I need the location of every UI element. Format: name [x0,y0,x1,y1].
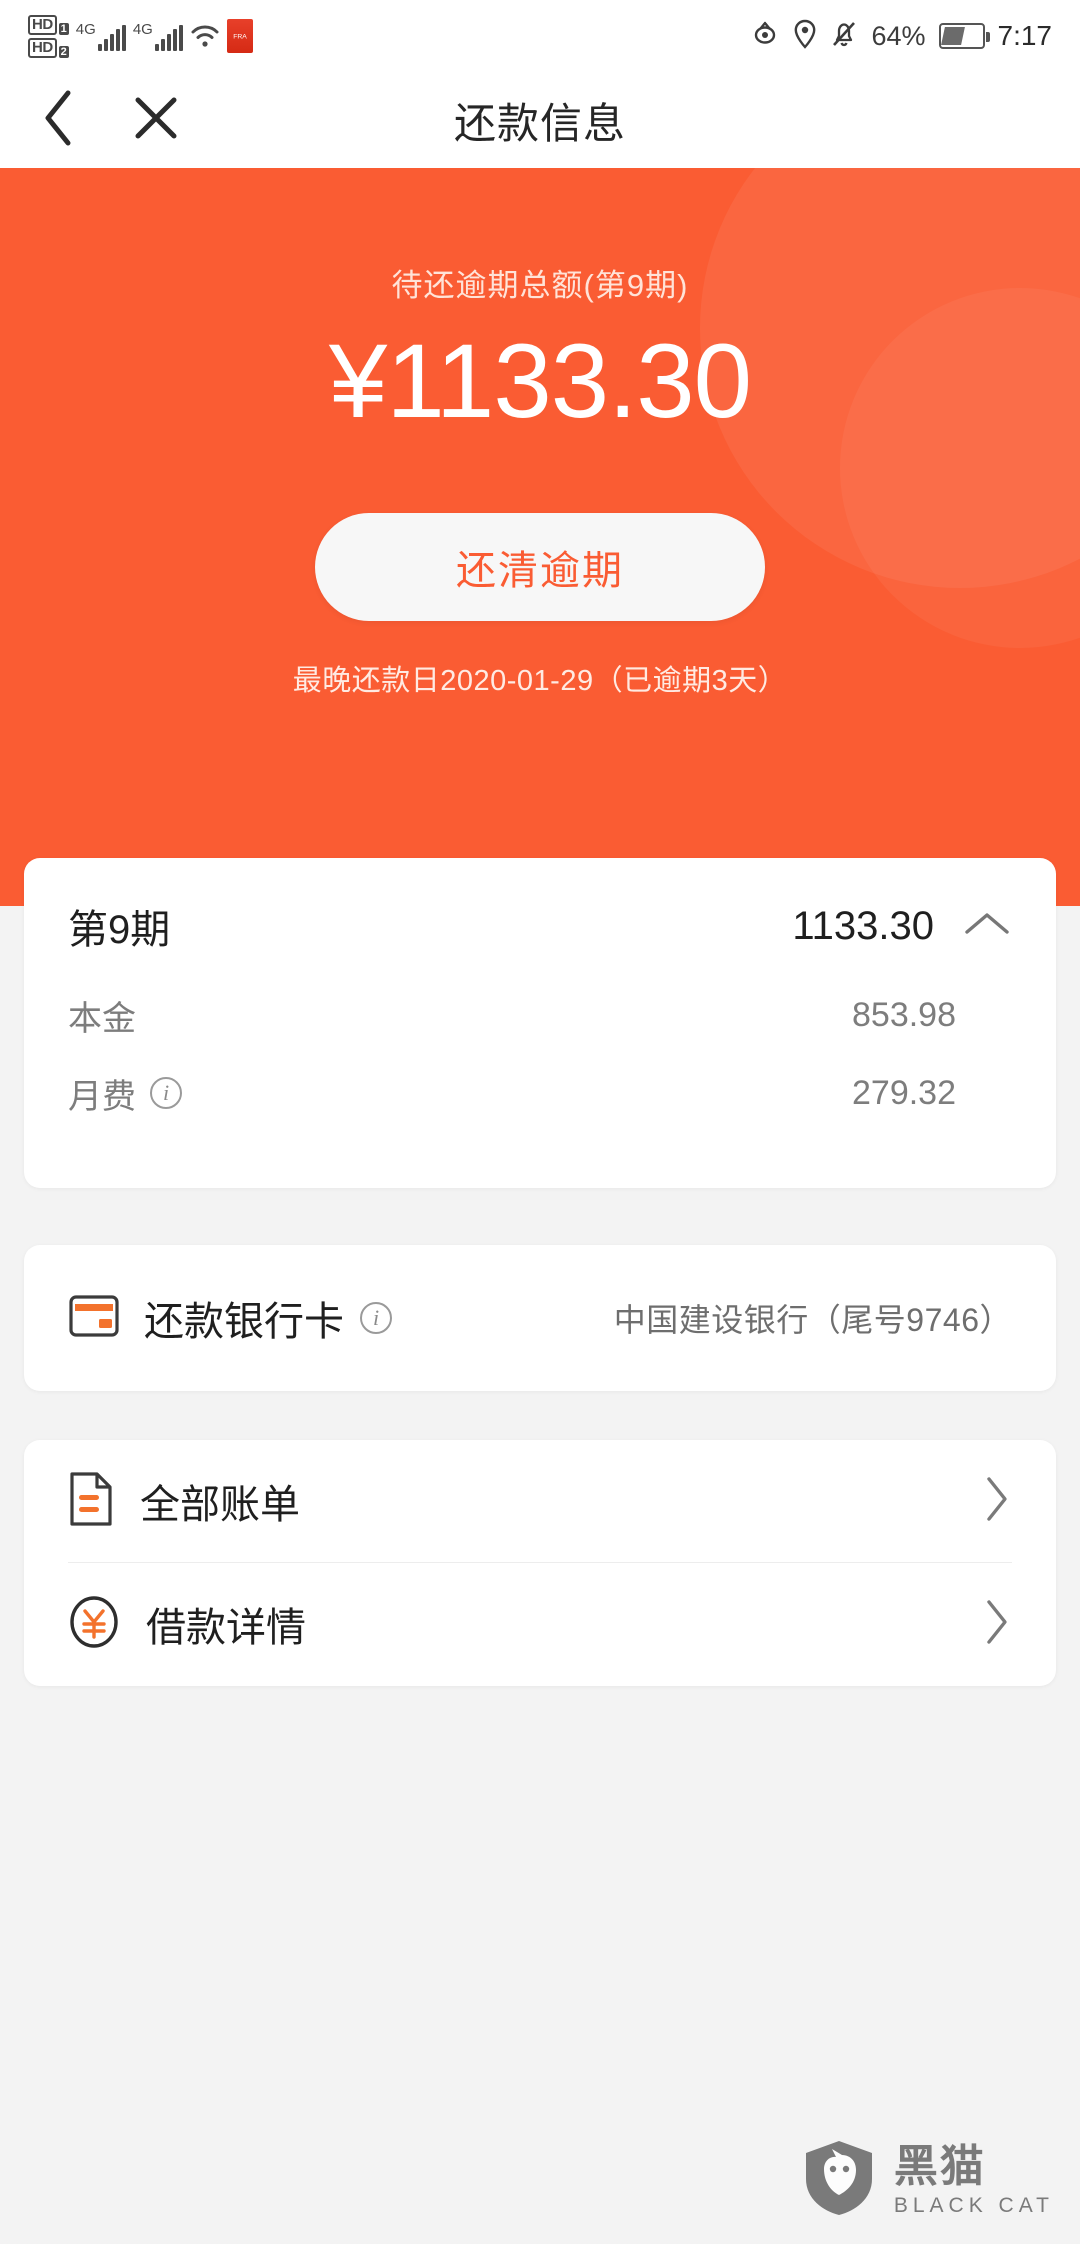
installment-row-monthly-fee: 月费 i 279.32 [68,1054,1012,1132]
principal-value: 853.98 [852,995,956,1034]
installment-card: 第9期 1133.30 本金 853.98 月费 i 279.32 [24,858,1056,1188]
status-bar-right: 64% 7:17 [750,19,1052,54]
close-button[interactable] [108,92,204,149]
hero-amount: ¥1133.30 [328,323,752,440]
hero-label: 待还逾期总额(第9期) [391,268,689,303]
app-root: HD 1 HD 2 4G 4G FRA 64% 7:17 还款信息 待还逾期总额… [0,0,1080,2244]
principal-label: 本金 [68,991,136,1040]
all-bills-row[interactable]: 全部账单 [24,1440,1056,1562]
monthly-fee-label-text: 月费 [68,1077,136,1116]
loan-details-label: 借款详情 [146,1606,306,1650]
loan-details-row[interactable]: 借款详情 [24,1563,1056,1685]
watermark-en: BLACK CAT [893,2194,1054,2217]
loan-details-left: 借款详情 [68,1594,306,1655]
bank-card-value: 中国建设银行（尾号9746） [613,1302,1012,1338]
all-bills-left: 全部账单 [68,1471,300,1532]
watermark: 黑猫 BLACK CAT [802,2139,1054,2222]
clock-time: 7:17 [997,20,1053,51]
status-bar-left: HD 1 HD 2 4G 4G FRA [28,14,253,58]
nav-bar: 还款信息 [0,72,1080,168]
network-type-1: 4G [75,21,96,38]
hero-content: 待还逾期总额(第9期) ¥1133.30 还清逾期 最晚还款日2020-01-2… [0,260,1080,699]
chevron-left-icon [40,87,80,154]
app-badge-icon: FRA [226,19,253,53]
document-icon [68,1471,114,1532]
signal-1-icon: 4G [76,21,126,51]
chevron-right-icon[interactable] [982,1596,1012,1653]
chevron-right-icon[interactable] [982,1473,1012,1530]
signal-bars-2 [154,25,183,51]
repayment-bank-card-row[interactable]: 还款银行卡 i 中国建设银行（尾号9746） [24,1245,1056,1391]
location-icon [793,19,817,54]
installment-row-principal: 本金 853.98 [68,976,1012,1054]
bank-row-left: 还款银行卡 i [68,1289,392,1347]
installment-title: 第9期 [68,908,171,952]
app-badge-label: FRA [233,32,247,40]
hd2-sub: 2 [58,45,69,58]
info-icon[interactable]: i [150,1077,182,1109]
installment-header[interactable]: 第9期 1133.30 [68,858,1012,976]
hero-section: 待还逾期总额(第9期) ¥1133.30 还清逾期 最晚还款日2020-01-2… [0,168,1080,906]
watermark-text: 黑猫 BLACK CAT [893,2142,1054,2217]
network-type-2: 4G [132,21,153,38]
watermark-cn: 黑猫 [893,2142,986,2191]
installment-header-right: 1133.30 [792,904,1012,949]
monthly-fee-label: 月费 i [68,1069,182,1118]
battery-percent: 64% [871,20,926,51]
hd1-label: HD [28,14,57,35]
pay-overdue-button[interactable]: 还清逾期 [315,513,765,622]
due-date-text: 最晚还款日2020-01-29（已逾期3天） [292,665,788,698]
wifi-icon [190,23,220,49]
bank-card-label-text: 还款银行卡 [144,1300,344,1344]
hd-indicators: HD 1 HD 2 [28,14,69,58]
bank-card-icon [68,1294,120,1343]
monthly-fee-value: 279.32 [852,1073,956,1112]
bank-card-label: 还款银行卡 i [144,1289,392,1347]
status-bar: HD 1 HD 2 4G 4G FRA 64% 7:17 [0,0,1080,72]
black-cat-logo-icon [802,2139,876,2222]
hd2-icon: HD 2 [28,37,69,58]
eye-icon [750,21,780,52]
hd1-sub: 1 [58,22,69,35]
hd1-icon: HD 1 [28,14,69,35]
hd2-label: HD [28,37,57,58]
info-icon[interactable]: i [360,1302,392,1334]
yuan-circle-icon [68,1594,120,1655]
links-card: 全部账单 借款详情 [24,1440,1056,1686]
bell-muted-icon [830,19,858,54]
all-bills-label: 全部账单 [140,1483,300,1527]
battery-icon [938,23,990,49]
signal-bars-1 [97,25,126,51]
chevron-up-icon[interactable] [962,908,1012,945]
principal-label-text: 本金 [68,999,136,1038]
close-icon [130,92,182,149]
installment-amount: 1133.30 [792,903,934,948]
back-button[interactable] [12,87,108,154]
signal-2-icon: 4G [133,21,183,51]
